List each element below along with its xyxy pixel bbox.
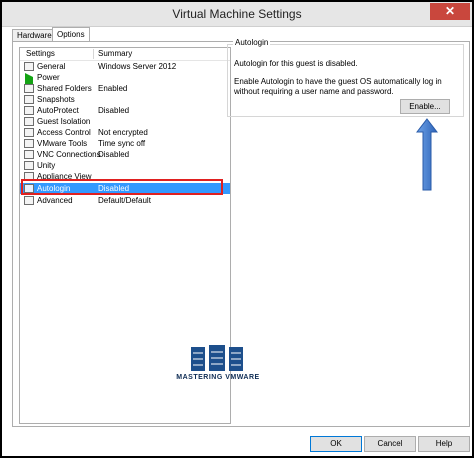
watermark: MASTERING VMWARE (163, 345, 273, 385)
column-separator[interactable] (93, 49, 94, 59)
setting-label: AutoProtect (37, 106, 79, 115)
settings-row-snapshots[interactable]: Snapshots (20, 94, 230, 105)
access-control-icon (24, 128, 34, 137)
setting-label: VNC Connections (37, 150, 101, 159)
setting-label: Advanced (37, 196, 73, 205)
cancel-button[interactable]: Cancel (364, 436, 416, 452)
setting-label: Shared Folders (37, 84, 92, 93)
help-button[interactable]: Help (418, 436, 470, 452)
up-arrow-annotation-icon (416, 118, 438, 191)
enable-button[interactable]: Enable... (400, 99, 450, 114)
settings-row-vmware-tools[interactable]: VMware Tools Time sync off (20, 138, 230, 149)
tab-hardware[interactable]: Hardware (12, 29, 57, 41)
settings-row-access-control[interactable]: Access Control Not encrypted (20, 127, 230, 138)
setting-summary: Time sync off (98, 139, 146, 148)
settings-row-unity[interactable]: Unity (20, 160, 230, 171)
server-rack-icon (191, 345, 243, 371)
close-icon: ✕ (444, 4, 456, 18)
settings-row-shared-folders[interactable]: Shared Folders Enabled (20, 83, 230, 94)
title-bar: Virtual Machine Settings ✕ (2, 2, 472, 27)
setting-label: VMware Tools (37, 139, 88, 148)
vmware-tools-icon (24, 139, 34, 148)
shared-folders-icon (24, 84, 34, 93)
autologin-status: Autologin for this guest is disabled. (234, 59, 358, 68)
vnc-connections-icon (24, 150, 34, 159)
vm-settings-window: Virtual Machine Settings ✕ Hardware Opti… (0, 0, 474, 458)
setting-summary: Not encrypted (98, 128, 148, 137)
snapshots-icon (24, 95, 34, 104)
selection-highlight-annotation (21, 179, 223, 195)
settings-row-vnc-connections[interactable]: VNC Connections Disabled (20, 149, 230, 160)
setting-label: Power (37, 73, 60, 82)
setting-summary: Disabled (98, 106, 130, 115)
general-icon (24, 62, 34, 71)
setting-label: Unity (37, 161, 56, 170)
settings-row-advanced[interactable]: Advanced Default/Default (20, 195, 230, 206)
advanced-icon (24, 196, 34, 205)
watermark-text: MASTERING VMWARE (176, 374, 260, 381)
close-button[interactable]: ✕ (430, 3, 470, 20)
settings-row-power[interactable]: Power (20, 72, 230, 90)
setting-summary: Enabled (98, 84, 128, 93)
setting-label: Guest Isolation (37, 117, 91, 126)
tab-options[interactable]: Options (52, 27, 90, 42)
autologin-group-label: Autologin (233, 38, 271, 47)
autologin-description: Enable Autologin to have the guest OS au… (234, 77, 442, 96)
list-header: Settings Summary (20, 48, 230, 61)
guest-isolation-icon (24, 117, 34, 126)
setting-label: General (37, 62, 66, 71)
ok-button[interactable]: OK (310, 436, 362, 452)
settings-row-guest-isolation[interactable]: Guest Isolation (20, 116, 230, 127)
setting-summary: Disabled (98, 150, 130, 159)
unity-icon (24, 161, 34, 170)
autoprotect-icon (24, 106, 34, 115)
settings-row-autoprotect[interactable]: AutoProtect Disabled (20, 105, 230, 116)
column-header-summary[interactable]: Summary (98, 49, 132, 58)
setting-label: Snapshots (37, 95, 75, 104)
setting-label: Access Control (37, 128, 91, 137)
setting-summary: Default/Default (98, 196, 151, 205)
column-header-settings[interactable]: Settings (26, 49, 55, 58)
setting-summary: Windows Server 2012 (98, 62, 177, 71)
window-title: Virtual Machine Settings (172, 7, 302, 21)
settings-row-general[interactable]: General Windows Server 2012 (20, 61, 230, 72)
